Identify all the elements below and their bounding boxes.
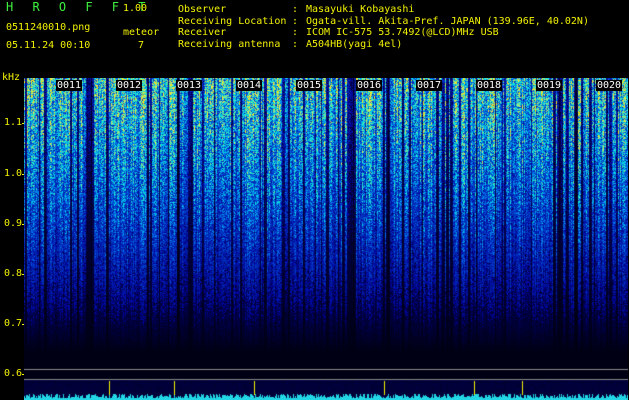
spectrogram-canvas (24, 78, 628, 400)
meta-key: Observer (178, 4, 227, 15)
frequency-tick-label: 1.0 (3, 168, 22, 179)
meta-colon: : (292, 38, 299, 50)
observation-metadata: Observer: Masayuki Kobayashi Receiving Lo… (178, 4, 589, 50)
app-version: 1.00 (123, 3, 148, 14)
minute-marker-label: 0020 (596, 80, 623, 91)
file-name: 0511240010.png (6, 22, 91, 33)
meteor-label: meteor (123, 27, 160, 38)
receiver-row: Receiver: ICOM IC-575 53.7492(@LCD)MHz US… (178, 27, 589, 39)
meta-key: Receiving antenna (178, 38, 281, 50)
meta-value: A504HB(yagi 4el) (306, 38, 403, 50)
antenna-row: Receiving antenna: A504HB(yagi 4el) (178, 39, 589, 51)
minute-marker-label: 0015 (296, 80, 323, 91)
meta-value: Ogata-vill. Akita-Pref. JAPAN (139.96E, … (306, 15, 589, 27)
date-time: 05.11.24 00:10 (6, 40, 91, 51)
meta-key: Receiving Location (178, 15, 287, 27)
frequency-tick-label: 0.7 (3, 318, 22, 329)
minute-marker-label: 0017 (416, 80, 443, 91)
minute-marker-label: 0012 (116, 80, 143, 91)
minute-marker-label: 0011 (56, 80, 83, 91)
frequency-tick-label: 0.6 (3, 368, 22, 379)
frequency-tick-label: 1.1 (3, 117, 22, 128)
frequency-tick-label: 0.9 (3, 218, 22, 229)
location-row: Receiving Location: Ogata-vill. Akita-Pre… (178, 16, 589, 28)
frequency-tick-label: 0.8 (3, 268, 22, 279)
meteor-count: 7 (138, 40, 145, 51)
meta-colon: : (292, 15, 299, 27)
axis-unit-label: kHz (2, 72, 21, 83)
minute-marker-label: 0013 (176, 80, 203, 91)
observer-row: Observer: Masayuki Kobayashi (178, 4, 589, 16)
minute-marker-label: 0019 (536, 80, 563, 91)
meta-value: Masayuki Kobayashi (306, 4, 415, 15)
minute-marker-label: 0018 (476, 80, 503, 91)
minute-marker-label: 0014 (236, 80, 263, 91)
minute-marker-label: 0016 (356, 80, 383, 91)
meta-key: Receiver (178, 27, 227, 38)
meta-colon: : (292, 4, 299, 15)
meta-value: ICOM IC-575 53.7492(@LCD)MHz USB (306, 27, 499, 38)
meta-colon: : (292, 27, 299, 38)
